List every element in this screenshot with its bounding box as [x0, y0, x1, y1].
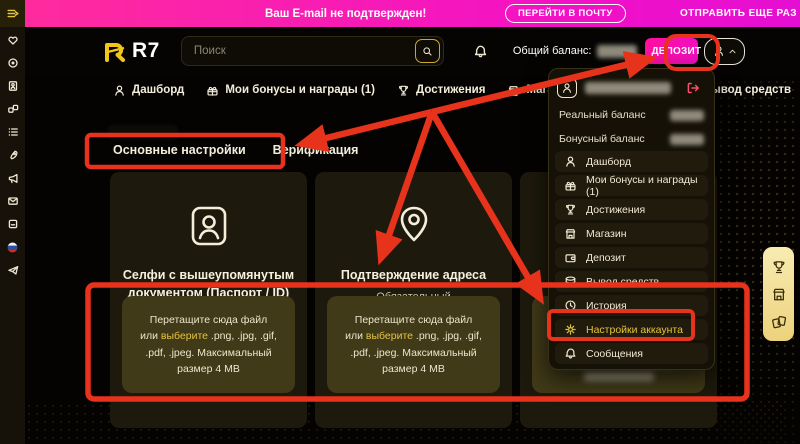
blurred-page-heading: [108, 125, 178, 140]
tab-general-settings[interactable]: Основные настройки: [113, 143, 246, 157]
dropdown-user-header: [557, 77, 706, 99]
heart-icon[interactable]: [0, 33, 25, 47]
annotation-arrow-to-tabs: [302, 112, 432, 144]
username-blurred: [585, 82, 671, 94]
tab-verification[interactable]: Верификация: [273, 143, 359, 157]
person-icon: [564, 155, 577, 168]
file-dropzone[interactable]: Перетащите сюда файл или выберите .png, …: [122, 296, 295, 393]
user-dropdown-menu: Реальный баланс Бонусный баланс Дашборд …: [548, 68, 715, 370]
choose-file-link[interactable]: выберите: [366, 330, 413, 342]
logout-icon: [686, 81, 700, 95]
store-icon: [507, 84, 520, 97]
resend-email-button[interactable]: ОТПРАВИТЬ ЕЩЕ РАЗ: [680, 8, 797, 19]
quick-access-panel: [763, 247, 794, 341]
person-icon: [113, 84, 126, 97]
total-balance: Общий баланс:: [513, 45, 638, 58]
banner-message: Ваш E-mail не подтвержден!: [265, 8, 426, 20]
menu-item-account-settings[interactable]: Настройки аккаунта: [555, 319, 708, 340]
store-icon[interactable]: [771, 286, 787, 302]
real-balance-row: Реальный баланс: [559, 107, 704, 123]
logo[interactable]: R7: [103, 39, 160, 63]
wallet-icon: [564, 251, 577, 264]
menu-arrow-icon: [6, 7, 19, 20]
main-nav: Дашборд Мои бонусы и награды (1) Достиже…: [25, 75, 585, 105]
real-balance-value-blurred: [670, 110, 704, 121]
blurred-text: [584, 372, 654, 381]
verification-card-address: Подтверждение адреса Обязательный Перета…: [315, 172, 512, 428]
person-icon: [713, 45, 725, 57]
bonus-balance-row: Бонусный баланс: [559, 131, 704, 147]
balance-value-blurred: [597, 45, 637, 58]
cards-icon[interactable]: [771, 314, 787, 330]
trophy-icon: [564, 203, 577, 216]
choose-file-link[interactable]: выберите: [161, 330, 208, 342]
gift-icon: [564, 179, 577, 192]
logo-text: R7: [132, 39, 160, 63]
clock-icon: [564, 299, 577, 312]
person-icon: [561, 82, 573, 94]
menu-item-achievements[interactable]: Достижения: [555, 199, 708, 220]
deposit-button[interactable]: ДЕПОЗИТ: [645, 38, 698, 64]
logout-button[interactable]: [680, 80, 706, 96]
file-dropzone[interactable]: Перетащите сюда файл или выберите .png, …: [327, 296, 500, 393]
dropzone-text: Перетащите сюда файл или выберите .png, …: [337, 312, 490, 377]
rocket-icon[interactable]: [0, 148, 25, 162]
location-pin-icon: [327, 200, 500, 252]
bonus-balance-value-blurred: [670, 134, 704, 145]
dice-icon[interactable]: [0, 102, 25, 116]
selfie-id-icon: [122, 200, 295, 252]
avatar: [557, 78, 577, 98]
gear-icon: [564, 323, 577, 336]
nav-item-dashboard[interactable]: Дашборд: [113, 84, 184, 97]
search-bar: [181, 36, 444, 66]
menu-item-deposit[interactable]: Депозит: [555, 247, 708, 268]
gift-icon: [206, 84, 219, 97]
casino-chip-icon[interactable]: [0, 56, 25, 70]
mail-icon[interactable]: [0, 194, 25, 208]
close-icon[interactable]: ✕: [793, 4, 800, 23]
card-icon[interactable]: [0, 217, 25, 231]
id-badge-icon[interactable]: [0, 79, 25, 93]
search-button[interactable]: [415, 39, 440, 63]
menu-item-dashboard[interactable]: Дашборд: [555, 151, 708, 172]
sidebar-toggle-button[interactable]: [0, 0, 25, 27]
menu-item-messages[interactable]: Сообщения: [555, 343, 708, 364]
user-menu-button[interactable]: [704, 38, 745, 65]
settings-tabs: Основные настройки Верификация: [113, 143, 358, 157]
telegram-icon[interactable]: [0, 263, 25, 277]
ranking-list-icon[interactable]: [0, 125, 25, 139]
dropzone-text: Перетащите сюда файл или выберите .png, …: [132, 312, 285, 377]
menu-item-history[interactable]: История: [555, 295, 708, 316]
goto-mail-button[interactable]: ПЕРЕЙТИ В ПОЧТУ: [505, 4, 626, 23]
nav-item-bonuses[interactable]: Мои бонусы и награды (1): [206, 84, 375, 97]
email-confirm-banner: Ваш E-mail не подтвержден! ПЕРЕЙТИ В ПОЧ…: [25, 0, 800, 27]
nav-item-achievements[interactable]: Достижения: [397, 84, 485, 97]
bell-icon: [564, 347, 577, 360]
menu-item-bonuses[interactable]: Мои бонусы и награды (1): [555, 175, 708, 196]
store-icon: [564, 227, 577, 240]
search-input[interactable]: [192, 44, 415, 58]
menu-item-store[interactable]: Магазин: [555, 223, 708, 244]
megaphone-icon[interactable]: [0, 171, 25, 185]
left-sidebar: [0, 0, 25, 444]
chevron-up-icon: [728, 47, 737, 56]
bell-icon: [473, 44, 488, 59]
trophy-icon[interactable]: [771, 259, 787, 275]
language-ru-flag-icon[interactable]: [0, 240, 25, 254]
notifications-bell-button[interactable]: [467, 43, 494, 60]
verification-card-selfie: Селфи с вышеупомянутым документом (Паспо…: [110, 172, 307, 428]
coins-icon: [564, 275, 577, 288]
card-title: Подтверждение адреса: [327, 266, 500, 284]
menu-item-withdraw[interactable]: Вывод средств: [555, 271, 708, 292]
trophy-icon: [397, 84, 410, 97]
logo-icon: [103, 39, 127, 63]
app-window: Ваш E-mail не подтвержден! ПЕРЕЙТИ В ПОЧ…: [0, 0, 800, 444]
search-icon: [422, 45, 433, 58]
balance-label: Общий баланс:: [513, 45, 592, 57]
